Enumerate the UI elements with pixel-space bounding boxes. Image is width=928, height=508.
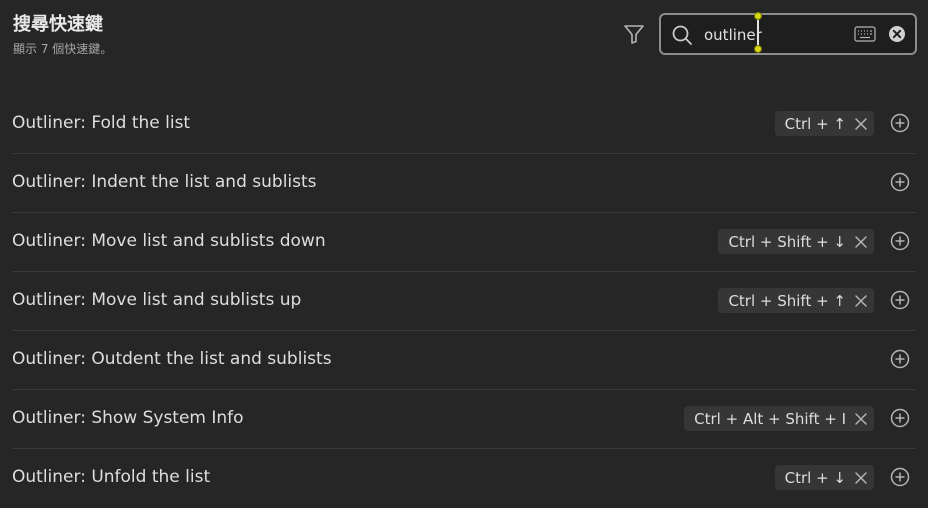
hotkey-row: Outliner: Indent the list and sublists bbox=[12, 154, 916, 213]
hotkey-chip: Ctrl + Alt + Shift + I bbox=[684, 406, 874, 431]
hotkey-row: Outliner: Outdent the list and sublists bbox=[12, 331, 916, 390]
add-hotkey-icon[interactable] bbox=[890, 290, 910, 310]
add-hotkey-icon[interactable] bbox=[890, 231, 910, 251]
add-hotkey-icon[interactable] bbox=[890, 113, 910, 133]
filter-icon[interactable] bbox=[622, 22, 646, 46]
keyboard-icon[interactable] bbox=[854, 25, 876, 43]
hotkey-chip: Ctrl + ↑ bbox=[774, 111, 874, 136]
search-input[interactable] bbox=[704, 21, 844, 49]
hotkey-text: Ctrl + ↓ bbox=[784, 468, 846, 487]
command-name: Outliner: Show System Info bbox=[12, 408, 244, 428]
command-name: Outliner: Indent the list and sublists bbox=[12, 172, 317, 192]
remove-hotkey-icon[interactable] bbox=[854, 294, 868, 308]
clear-search-icon[interactable] bbox=[887, 24, 907, 44]
selection-handle-top[interactable] bbox=[754, 12, 762, 20]
search-box[interactable] bbox=[659, 12, 917, 55]
hotkey-list: Outliner: Fold the list Ctrl + ↑ Outline… bbox=[12, 95, 916, 508]
remove-hotkey-icon[interactable] bbox=[854, 235, 868, 249]
remove-hotkey-icon[interactable] bbox=[854, 471, 868, 485]
add-hotkey-icon[interactable] bbox=[890, 172, 910, 192]
hotkey-row: Outliner: Unfold the list Ctrl + ↓ bbox=[12, 449, 916, 508]
page-title: 搜尋快速鍵 bbox=[13, 14, 103, 35]
hotkey-text: Ctrl + Shift + ↓ bbox=[728, 232, 846, 251]
hotkey-row: Outliner: Show System Info Ctrl + Alt + … bbox=[12, 390, 916, 449]
remove-hotkey-icon[interactable] bbox=[854, 117, 868, 131]
hotkey-row: Outliner: Move list and sublists down Ct… bbox=[12, 213, 916, 272]
search-icon bbox=[671, 24, 693, 46]
selection-handle-bottom[interactable] bbox=[754, 45, 762, 53]
hotkey-text: Ctrl + ↑ bbox=[784, 114, 846, 133]
hotkey-text: Ctrl + Alt + Shift + I bbox=[694, 409, 846, 428]
add-hotkey-icon[interactable] bbox=[890, 408, 910, 428]
header: 搜尋快速鍵 顯示 7 個快速鍵。 bbox=[0, 0, 928, 80]
hotkey-chip: Ctrl + Shift + ↓ bbox=[718, 229, 874, 254]
add-hotkey-icon[interactable] bbox=[890, 467, 910, 487]
command-name: Outliner: Outdent the list and sublists bbox=[12, 349, 332, 369]
add-hotkey-icon[interactable] bbox=[890, 349, 910, 369]
hotkey-text: Ctrl + Shift + ↑ bbox=[728, 291, 846, 310]
command-name: Outliner: Move list and sublists up bbox=[12, 290, 302, 310]
hotkey-chip: Ctrl + Shift + ↑ bbox=[718, 288, 874, 313]
command-name: Outliner: Unfold the list bbox=[12, 467, 211, 487]
hotkey-row: Outliner: Fold the list Ctrl + ↑ bbox=[12, 95, 916, 154]
command-name: Outliner: Fold the list bbox=[12, 113, 191, 133]
hotkey-row: Outliner: Move list and sublists up Ctrl… bbox=[12, 272, 916, 331]
remove-hotkey-icon[interactable] bbox=[854, 412, 868, 426]
hotkey-chip: Ctrl + ↓ bbox=[774, 465, 874, 490]
command-name: Outliner: Move list and sublists down bbox=[12, 231, 326, 251]
hotkey-count: 顯示 7 個快速鍵。 bbox=[13, 42, 113, 56]
